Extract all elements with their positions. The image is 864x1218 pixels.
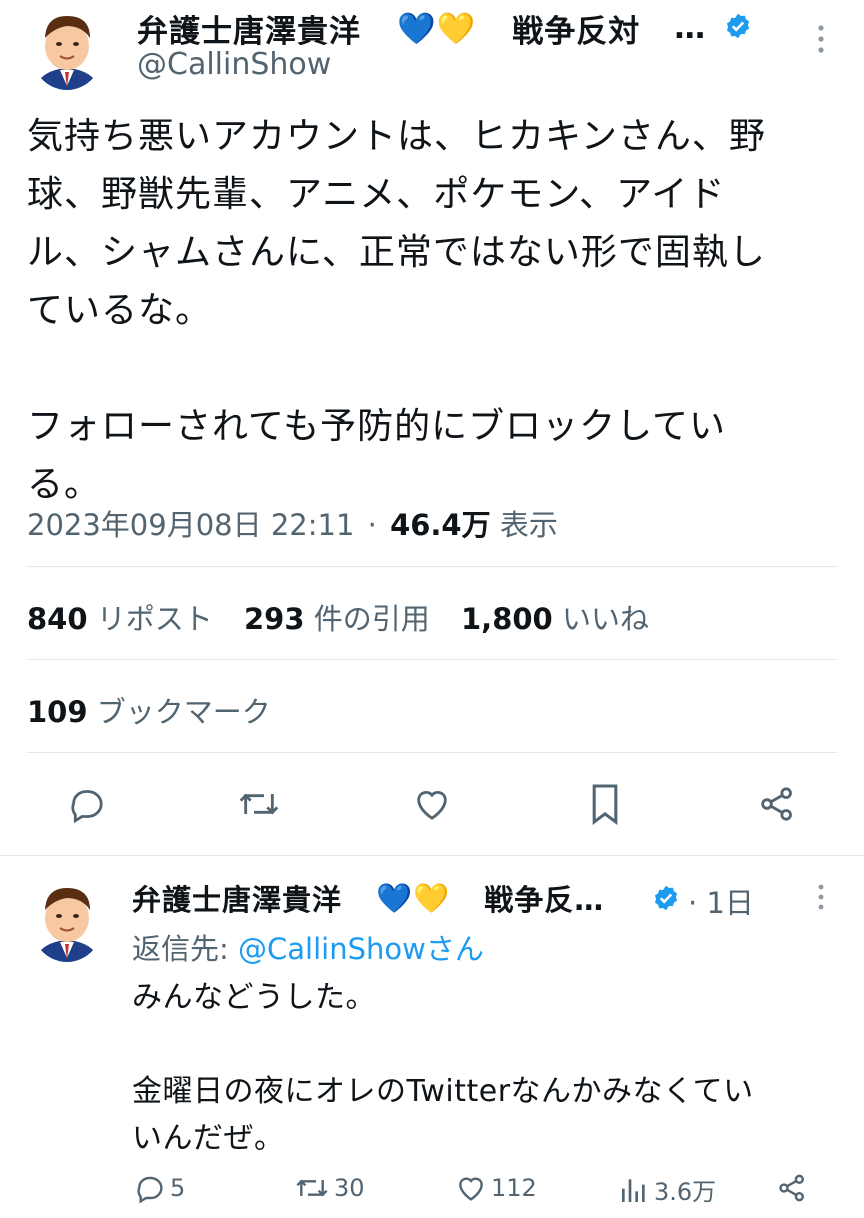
reposts-stat[interactable]: 840 リポスト bbox=[27, 602, 213, 636]
likes-stat[interactable]: 1,800 いいね bbox=[461, 602, 649, 636]
reply-to-prefix: 返信先: bbox=[132, 932, 238, 966]
blue-heart-icon: 💙 bbox=[397, 10, 437, 47]
like-icon[interactable] bbox=[411, 784, 453, 824]
yellow-heart-icon: 💛 bbox=[436, 10, 477, 47]
reply-text-line bbox=[132, 1021, 832, 1068]
author-tagline: 戦争反対 bbox=[512, 13, 641, 50]
divider bbox=[27, 752, 837, 753]
reply-author-row: 弁護士唐澤貴洋 💙 💛 戦争反… bbox=[132, 878, 604, 918]
reposts-count: 840 bbox=[27, 602, 88, 636]
likes-count: 112 bbox=[491, 1174, 537, 1202]
share-icon bbox=[779, 1174, 804, 1202]
reply-icon bbox=[137, 1176, 163, 1204]
views-count: 3.6万 bbox=[654, 1178, 717, 1206]
reply-share-button[interactable] bbox=[776, 1172, 808, 1204]
reposts-count: 30 bbox=[334, 1174, 365, 1202]
reply-more-options-icon[interactable] bbox=[813, 882, 829, 912]
quotes-stat[interactable]: 293 件の引用 bbox=[244, 602, 430, 636]
verified-badge-icon bbox=[724, 12, 752, 40]
section-divider bbox=[0, 855, 864, 856]
tweet-text-line: ル、シャムさんに、正常ではない形で固執し bbox=[27, 232, 766, 273]
meta-separator: · bbox=[367, 508, 377, 542]
tweet-text-line: フォローされても予防的にブロックしてい bbox=[27, 406, 727, 447]
reply-likes-button[interactable]: 112 bbox=[455, 1172, 537, 1204]
share-icon[interactable] bbox=[756, 784, 798, 824]
divider bbox=[27, 659, 837, 660]
likes-label: いいね bbox=[561, 602, 649, 636]
blue-heart-icon: 💙 bbox=[376, 880, 414, 915]
author-name[interactable]: 弁護士唐澤貴洋 bbox=[137, 6, 361, 51]
views-count: 46.4万 bbox=[390, 508, 491, 542]
reply-to-line: 返信先: @CallinShowさん bbox=[132, 926, 484, 968]
reply-time[interactable]: 1日 bbox=[706, 886, 753, 920]
bookmarks-label: ブックマーク bbox=[96, 695, 271, 729]
repost-icon bbox=[296, 1179, 328, 1197]
reply-to-handle[interactable]: @CallinShowさん bbox=[238, 932, 484, 966]
reply-time-row: · 1日 bbox=[688, 880, 754, 922]
tweet-text-line: ているな。 bbox=[27, 290, 213, 331]
reply-text: みんなどうした。 金曜日の夜にオレのTwitterなんかみなくてい いんだぜ。 bbox=[132, 974, 832, 1162]
reply-text-line: みんなどうした。 bbox=[132, 980, 376, 1015]
repost-icon[interactable] bbox=[236, 784, 282, 824]
more-options-icon[interactable] bbox=[813, 22, 829, 56]
reply-author-avatar[interactable] bbox=[30, 880, 104, 962]
yellow-heart-icon: 💛 bbox=[413, 880, 451, 915]
engagement-stats: 840 リポスト 293 件の引用 1,800 いいね bbox=[27, 596, 649, 638]
tweet-text-line: 球、野獣先輩、アニメ、ポケモン、アイド bbox=[27, 174, 726, 215]
reply-reposts-button[interactable]: 30 bbox=[294, 1172, 365, 1204]
reply-views-button[interactable]: 3.6万 bbox=[618, 1172, 716, 1207]
tweet-text-line bbox=[27, 340, 837, 398]
verified-badge-icon bbox=[652, 884, 680, 912]
avatar-illustration bbox=[30, 880, 104, 962]
divider bbox=[27, 566, 837, 567]
reply-author-name[interactable]: 弁護士唐澤貴洋 bbox=[132, 877, 342, 919]
author-avatar[interactable] bbox=[30, 8, 104, 90]
reply-author-tagline: 戦争反… bbox=[484, 883, 605, 917]
quotes-label: 件の引用 bbox=[313, 602, 430, 636]
bookmarks-stat[interactable]: 109 ブックマーク bbox=[27, 689, 271, 731]
likes-count: 1,800 bbox=[461, 602, 553, 636]
reply-text-line: 金曜日の夜にオレのTwitterなんかみなくてい bbox=[132, 1074, 754, 1109]
avatar-illustration bbox=[30, 8, 104, 90]
tweet-text: 気持ち悪いアカウントは、ヒカキンさん、野 球、野獣先輩、アニメ、ポケモン、アイド… bbox=[27, 108, 837, 514]
bookmarks-count: 109 bbox=[27, 695, 88, 729]
name-ellipsis: … bbox=[674, 10, 707, 46]
reply-text-line: いんだぜ。 bbox=[132, 1121, 285, 1156]
tweet-text-line: 気持ち悪いアカウントは、ヒカキンさん、野 bbox=[27, 116, 766, 157]
author-name-row: 弁護士唐澤貴洋 💙 💛 戦争反対 … bbox=[137, 6, 707, 51]
views-label: 表示 bbox=[499, 508, 558, 542]
reply-replies-button[interactable]: 5 bbox=[134, 1172, 185, 1204]
reply-icon[interactable] bbox=[66, 784, 108, 824]
bookmark-icon[interactable] bbox=[587, 782, 623, 826]
like-icon bbox=[459, 1177, 483, 1201]
replies-count: 5 bbox=[170, 1174, 186, 1202]
author-handle[interactable]: @CallinShow bbox=[137, 47, 331, 82]
views-chart-icon bbox=[622, 1178, 645, 1202]
quotes-count: 293 bbox=[244, 602, 305, 636]
reposts-label: リポスト bbox=[96, 602, 213, 636]
tweet-meta: 2023年09月08日 22:11 · 46.4万 表示 bbox=[27, 502, 558, 544]
timestamp[interactable]: 2023年09月08日 22:11 bbox=[27, 508, 354, 542]
meta-separator: · bbox=[688, 886, 698, 920]
